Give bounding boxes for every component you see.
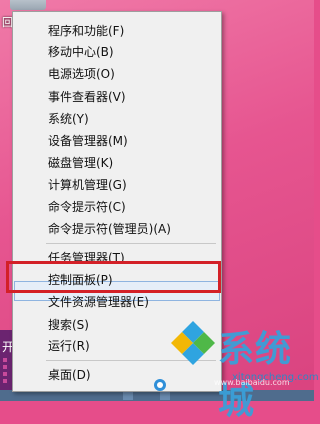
taskbar-button[interactable] xyxy=(160,392,170,400)
menu-item-disk-management[interactable]: 磁盘管理(K) xyxy=(48,154,113,172)
menu-item-power-options[interactable]: 电源选项(O) xyxy=(48,65,115,83)
menu-item-desktop[interactable]: 桌面(D) xyxy=(48,366,91,384)
menu-item-command-prompt[interactable]: 命令提示符(C) xyxy=(48,198,126,216)
menu-item-system[interactable]: 系统(Y) xyxy=(48,110,89,128)
menu-item-command-prompt-admin[interactable]: 命令提示符(管理员)(A) xyxy=(48,220,171,238)
watermark-subtext: www.baibaidu.com xyxy=(214,378,290,387)
start-tiles-icon xyxy=(3,358,7,386)
recycle-bin-icon[interactable] xyxy=(10,0,46,10)
menu-item-event-viewer[interactable]: 事件查看器(V) xyxy=(48,88,126,106)
menu-item-device-manager[interactable]: 设备管理器(M) xyxy=(48,132,128,150)
menu-item-mobility-center[interactable]: 移动中心(B) xyxy=(48,43,114,61)
menu-item-computer-management[interactable]: 计算机管理(G) xyxy=(48,176,127,194)
menu-item-search[interactable]: 搜索(S) xyxy=(48,316,89,334)
windows-logo-icon xyxy=(171,321,215,365)
menu-item-programs-features[interactable]: 程序和功能(F) xyxy=(48,22,124,40)
menu-item-run[interactable]: 运行(R) xyxy=(48,337,90,355)
menu-item-file-explorer[interactable]: 文件资源管理器(E) xyxy=(48,293,149,311)
menu-separator xyxy=(46,243,216,244)
annotation-highlight-box xyxy=(6,261,221,293)
browser-icon[interactable] xyxy=(150,378,170,392)
taskbar-button[interactable] xyxy=(123,392,133,400)
